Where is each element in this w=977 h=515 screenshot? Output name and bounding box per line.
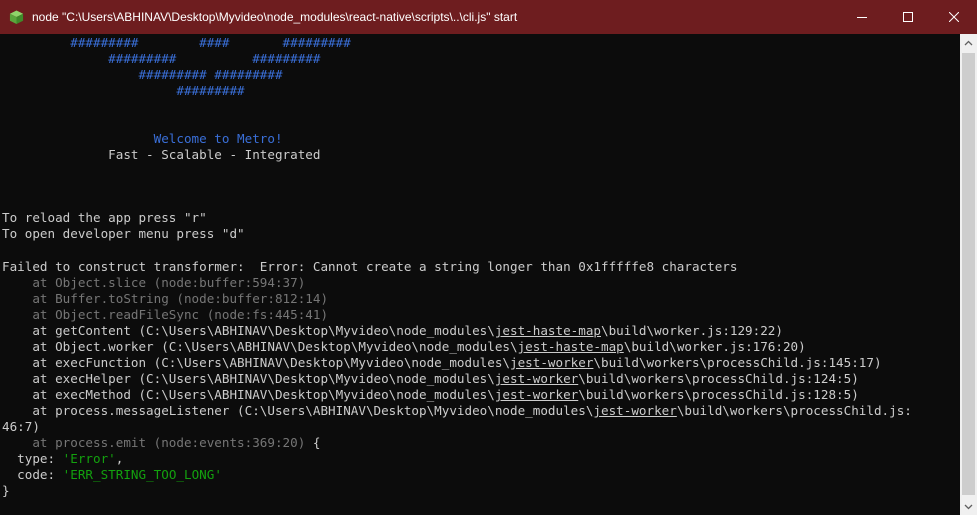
close-icon: [949, 12, 959, 22]
stack-frame-location: \build\workers\processChild.js:124:5): [578, 371, 859, 386]
stack-frame-location: \build\workers\processChild.js:145:17): [593, 355, 882, 370]
stack-frame: at process.emit (node:events:369:20) {: [2, 435, 320, 451]
vertical-scrollbar[interactable]: [960, 34, 977, 515]
title-bar[interactable]: node "C:\Users\ABHINAV\Desktop\Myvideo\n…: [0, 0, 977, 34]
minimize-button[interactable]: [839, 0, 885, 34]
chevron-up-icon: [964, 40, 973, 45]
reload-hint: To reload the app press "r": [2, 210, 207, 225]
package-link[interactable]: jest-worker: [593, 403, 676, 418]
stack-frame-location: \build\workers\processChild.js:: [676, 403, 912, 418]
stack-frame: at process.messageListener (C:\Users\ABH…: [2, 403, 912, 419]
stack-frame-path: at getContent (C:\Users\ABHINAV\Desktop\…: [2, 323, 495, 338]
scroll-up-button[interactable]: [960, 34, 977, 51]
stack-frame: at execMethod (C:\Users\ABHINAV\Desktop\…: [2, 387, 859, 403]
stack-frame-wrap: 46:7): [2, 419, 40, 434]
console-output[interactable]: ######### #### ######### ######### #####…: [0, 34, 960, 515]
property-key: type:: [2, 451, 63, 466]
close-button[interactable]: [931, 0, 977, 34]
stack-frame-path: at execHelper (C:\Users\ABHINAV\Desktop\…: [2, 371, 495, 386]
package-link[interactable]: jest-worker: [510, 355, 593, 370]
terminal-window: node "C:\Users\ABHINAV\Desktop\Myvideo\n…: [0, 0, 977, 515]
stack-frame-location: \build\worker.js:176:20): [623, 339, 806, 354]
window-title: node "C:\Users\ABHINAV\Desktop\Myvideo\n…: [32, 10, 518, 24]
stack-frame: at execHelper (C:\Users\ABHINAV\Desktop\…: [2, 371, 859, 387]
error-message: Failed to construct transformer: Error: …: [2, 259, 738, 274]
stack-frame: at Object.worker (C:\Users\ABHINAV\Deskt…: [2, 339, 806, 355]
scroll-down-button[interactable]: [960, 498, 977, 515]
metro-tagline: Fast - Scalable - Integrated: [2, 147, 321, 162]
stack-frame-path: at Object.worker (C:\Users\ABHINAV\Deskt…: [2, 339, 518, 354]
stack-frame: at getContent (C:\Users\ABHINAV\Desktop\…: [2, 323, 783, 339]
node-cube-icon: [9, 10, 24, 25]
error-type-line: type: 'Error',: [2, 451, 123, 467]
property-key: code:: [2, 467, 63, 482]
stack-frame-path: at process.messageListener (C:\Users\ABH…: [2, 403, 594, 418]
stack-frame: at Object.slice (node:buffer:594:37): [2, 275, 306, 290]
stack-frame: at execFunction (C:\Users\ABHINAV\Deskto…: [2, 355, 882, 371]
package-link[interactable]: jest-haste-map: [518, 339, 624, 354]
stack-frame: at Object.readFileSync (node:fs:445:41): [2, 307, 329, 322]
object-open-brace: {: [305, 435, 321, 450]
stack-frame-location: \build\workers\processChild.js:128:5): [578, 387, 859, 402]
maximize-button[interactable]: [885, 0, 931, 34]
stack-frame: at Buffer.toString (node:buffer:812:14): [2, 291, 329, 306]
stack-frame-path: at execFunction (C:\Users\ABHINAV\Deskto…: [2, 355, 510, 370]
stack-frame-path: at execMethod (C:\Users\ABHINAV\Desktop\…: [2, 387, 495, 402]
package-link[interactable]: jest-worker: [495, 387, 578, 402]
package-link[interactable]: jest-haste-map: [495, 323, 601, 338]
property-separator: ,: [115, 451, 124, 466]
metro-logo-line: ######### #########: [2, 67, 283, 82]
metro-logo-line: ######### #########: [2, 51, 321, 66]
package-link[interactable]: jest-worker: [495, 371, 578, 386]
metro-logo-line: ######### #### #########: [2, 35, 351, 50]
property-value: 'ERR_STRING_TOO_LONG': [62, 467, 222, 482]
property-value: 'Error': [62, 451, 116, 466]
metro-logo-line: #########: [2, 83, 245, 98]
devmenu-hint: To open developer menu press "d": [2, 226, 245, 241]
maximize-icon: [903, 12, 913, 22]
welcome-message: Welcome to Metro!: [2, 131, 283, 146]
scrollbar-thumb[interactable]: [962, 53, 975, 495]
object-close-brace: }: [2, 483, 10, 498]
minimize-icon: [857, 17, 867, 18]
stack-frame-path: at process.emit (node:events:369:20): [2, 435, 306, 450]
error-code-line: code: 'ERR_STRING_TOO_LONG': [2, 467, 222, 483]
stack-frame-location: \build\worker.js:129:22): [601, 323, 783, 338]
chevron-down-icon: [964, 504, 973, 509]
